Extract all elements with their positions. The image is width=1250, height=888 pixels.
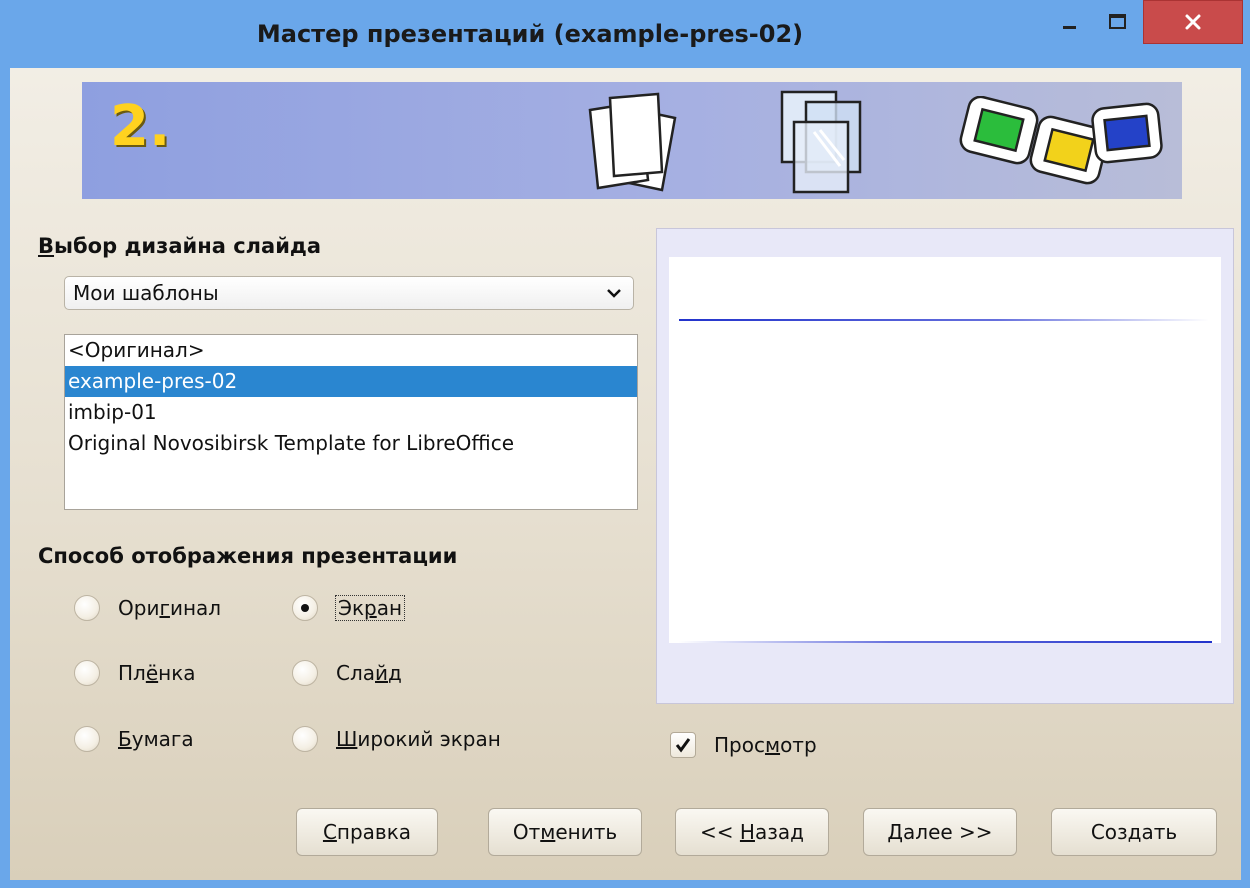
- list-item[interactable]: imbip-01: [65, 397, 637, 428]
- radio-film[interactable]: Плёнка: [74, 660, 196, 686]
- window-title: Мастер презентаций (example-pres-02): [256, 20, 804, 48]
- radio-paper-label: Бумага: [118, 727, 194, 751]
- radio-screen-label: Экран: [334, 595, 406, 621]
- color-slides-icon: [959, 96, 1163, 185]
- create-button[interactable]: Создать: [1051, 808, 1217, 856]
- checkbox-box[interactable]: [670, 732, 696, 758]
- radio-selected-dot: [301, 604, 309, 612]
- close-button[interactable]: [1143, 0, 1243, 44]
- radio-original-label: Оригинал: [118, 596, 222, 620]
- radio-slide[interactable]: Слайд: [292, 660, 402, 686]
- template-list[interactable]: <Оригинал> example-pres-02 imbip-01 Orig…: [64, 334, 638, 510]
- radio-original[interactable]: Оригинал: [74, 595, 221, 621]
- back-button[interactable]: << Назад: [675, 808, 829, 856]
- radio-circle[interactable]: [292, 595, 318, 621]
- output-medium-heading: Способ отображения презентации: [38, 544, 458, 568]
- radio-circle[interactable]: [74, 595, 100, 621]
- list-item[interactable]: Original Novosibirsk Template for LibreO…: [65, 428, 637, 459]
- maximize-button[interactable]: [1094, 0, 1142, 44]
- radio-circle[interactable]: [74, 660, 100, 686]
- chevron-down-icon: [607, 289, 621, 298]
- preview-top-rule: [679, 319, 1209, 321]
- radio-screen[interactable]: Экран: [292, 595, 406, 621]
- slide-design-heading: Выбор дизайна слайда: [38, 234, 322, 258]
- slide-preview: [669, 257, 1221, 643]
- wizard-client-area: 2. Выбор дизайна слайда Мои шаблоны <Ори…: [10, 68, 1241, 880]
- radio-circle[interactable]: [292, 726, 318, 752]
- cancel-button[interactable]: От м енить: [488, 808, 642, 856]
- radio-circle[interactable]: [74, 726, 100, 752]
- step-number: 2.: [110, 94, 171, 159]
- list-item[interactable]: example-pres-02: [65, 366, 637, 397]
- minimize-button[interactable]: [1046, 0, 1094, 44]
- title-bar[interactable]: Мастер презентаций (example-pres-02): [0, 0, 1250, 68]
- template-category-dropdown[interactable]: Мои шаблоны: [64, 276, 634, 310]
- radio-circle[interactable]: [292, 660, 318, 686]
- close-icon: [1185, 14, 1201, 30]
- help-button[interactable]: Справка: [296, 808, 438, 856]
- minimize-icon: [1063, 26, 1076, 29]
- preview-checkbox-label: Просмотр: [714, 733, 817, 757]
- radio-slide-label: Слайд: [336, 661, 402, 685]
- list-item[interactable]: <Оригинал>: [65, 335, 637, 366]
- next-button[interactable]: Далее >>: [863, 808, 1017, 856]
- slides-stack-icon: [588, 92, 677, 192]
- preview-bottom-rule: [679, 641, 1212, 643]
- radio-film-label: Плёнка: [118, 661, 196, 685]
- wizard-window: Мастер презентаций (example-pres-02) 2.: [0, 0, 1250, 888]
- radio-paper[interactable]: Бумага: [74, 726, 194, 752]
- wizard-banner: 2.: [82, 82, 1182, 199]
- slide-preview-frame: [656, 228, 1234, 704]
- template-category-value: Мои шаблоны: [73, 281, 219, 305]
- transparencies-icon: [780, 90, 862, 194]
- check-icon: [675, 738, 691, 753]
- radio-widescreen-label: Широкий экран: [336, 727, 501, 751]
- radio-widescreen[interactable]: Широкий экран: [292, 726, 501, 752]
- maximize-icon: [1109, 14, 1126, 29]
- preview-checkbox[interactable]: Просмотр: [670, 732, 817, 758]
